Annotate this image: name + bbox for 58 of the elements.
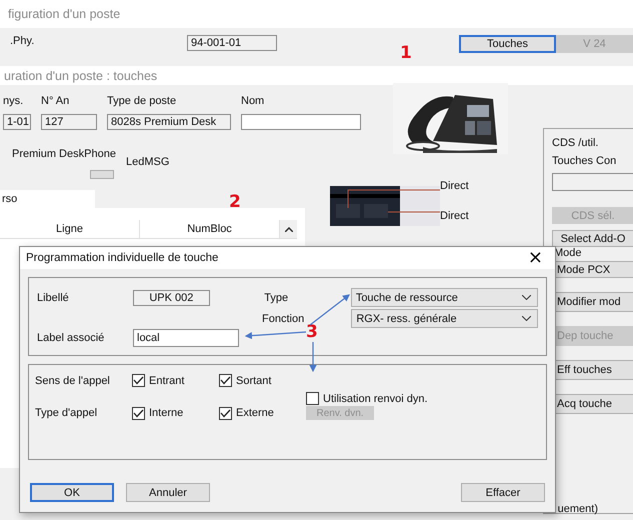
input-field[interactable] (241, 114, 361, 130)
window-title: uration d'un poste : touches (4, 68, 158, 82)
annotation-number: 1 (400, 43, 412, 63)
push-button[interactable]: Touches (459, 35, 556, 53)
annotation-arrow (310, 294, 350, 326)
push-button[interactable]: Annuler (126, 483, 210, 502)
key-label: Direct (440, 180, 469, 192)
checkbox-label[interactable]: Entrant (149, 374, 184, 386)
push-button[interactable]: Select Add-O (552, 230, 633, 247)
annotation-arrow (309, 342, 317, 372)
annotation-number: 2 (229, 192, 241, 214)
scroll-up-icon[interactable] (280, 220, 297, 238)
window-title: figuration d'un poste (8, 7, 120, 21)
tab[interactable]: rso (0, 190, 95, 208)
field-label: Fonction (262, 312, 306, 324)
checkbox-label[interactable]: Externe (236, 407, 274, 419)
field-label: .Phy. (10, 35, 36, 47)
chevron-icon (522, 316, 531, 321)
checkbox[interactable] (219, 406, 232, 420)
input-field[interactable]: 127 (41, 114, 97, 130)
field-label: N° An (41, 95, 70, 108)
push-button[interactable]: Effacer (461, 483, 545, 502)
input-field[interactable] (552, 173, 633, 191)
input-field[interactable]: 1-01 (3, 114, 31, 130)
field-label: Nom (241, 95, 266, 108)
checkbox[interactable] (132, 406, 145, 420)
field-label: Libellé (37, 292, 70, 304)
led-label: LedMSG (126, 156, 170, 168)
input-field[interactable]: 94-001-01 (187, 35, 277, 51)
dialog-title: Programmation individuelle de touche (26, 252, 218, 264)
checkbox[interactable] (219, 374, 232, 387)
close-button[interactable]: × (524, 249, 547, 267)
key-label: Direct (440, 210, 469, 222)
checkbox-label[interactable]: Utilisation renvoi dyn. (323, 392, 428, 404)
field-label: Type d'appel (35, 407, 98, 419)
dropdown[interactable]: Touche de ressource (350, 288, 538, 307)
field-label: Type (264, 292, 290, 304)
input-field[interactable]: 8028s Premium Desk (107, 114, 231, 130)
phone-model: Premium DeskPhone (12, 148, 117, 160)
field-label: Sens de l'appel (35, 374, 111, 386)
checkbox-label[interactable]: Interne (149, 407, 184, 419)
panel-title: CDS /util. (552, 137, 600, 149)
field-label: nys. (3, 95, 24, 108)
field-label: Type de poste (107, 95, 178, 108)
checkbox[interactable] (306, 392, 319, 405)
panel-subtitle: Touches Con (552, 155, 618, 167)
checkbox-label[interactable]: Sortant (236, 374, 272, 386)
checkbox[interactable] (132, 374, 145, 387)
chevron-icon (522, 295, 531, 300)
push-button[interactable]: OK (30, 483, 114, 502)
annotation-arrow (244, 331, 306, 340)
field-label: Label associé (37, 332, 106, 344)
input-field: UPK 002 (132, 290, 210, 306)
annotation-number: 3 (306, 322, 318, 342)
status-text: uement) (558, 503, 598, 515)
input-field[interactable]: local (133, 329, 239, 347)
dropdown[interactable]: RGX- ress. générale (351, 309, 538, 328)
led-indicator (90, 170, 114, 179)
